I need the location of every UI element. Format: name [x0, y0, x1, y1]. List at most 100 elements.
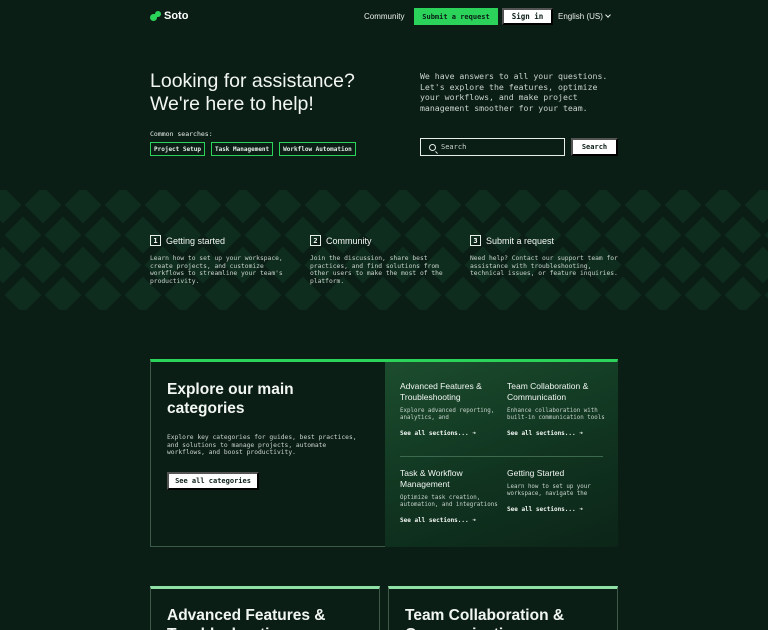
category-title: Getting Started	[507, 468, 565, 478]
category-title: Team Collaboration & Communication	[507, 381, 589, 402]
category-description: Explore advanced reporting, analytics, a…	[400, 408, 495, 421]
category-getting-started[interactable]: Getting Started Learn how to set up your…	[507, 468, 607, 513]
chip-task-management[interactable]: Task Management	[210, 142, 274, 156]
pattern-tile	[564, 276, 602, 310]
pattern-tile	[544, 190, 582, 224]
category-task-workflow[interactable]: Task & Workflow Management Optimize task…	[400, 468, 500, 524]
pattern-tile	[264, 190, 302, 224]
pattern-tile	[0, 246, 22, 284]
section-card-title: Team Collaboration & Communication	[405, 607, 565, 630]
pattern-tile	[24, 190, 62, 224]
step-getting-started[interactable]: 1 Getting started Learn how to set up yo…	[150, 235, 300, 285]
pattern-tile	[724, 216, 762, 254]
category-description: Enhance collaboration with built-in comm…	[507, 408, 605, 421]
step-title: Community	[326, 235, 372, 246]
see-all-categories-button[interactable]: See all categories	[167, 472, 259, 490]
pattern-tile	[424, 190, 462, 224]
step-description: Need help? Contact our support team for …	[470, 255, 618, 277]
pattern-tile	[524, 276, 562, 310]
language-selector[interactable]: English (US)	[558, 12, 611, 21]
search-icon	[429, 143, 436, 151]
pattern-tile	[384, 190, 422, 224]
community-link[interactable]: Community	[364, 12, 404, 21]
chip-workflow-automation[interactable]: Workflow Automation	[279, 142, 356, 156]
pattern-tile	[764, 276, 768, 310]
category-advanced-features[interactable]: Advanced Features & Troubleshooting Expl…	[400, 381, 500, 437]
pattern-tile	[484, 276, 522, 310]
explore-description: Explore key categories for guides, best …	[167, 434, 357, 456]
pattern-tile	[724, 276, 762, 310]
category-title: Task & Workflow Management	[400, 468, 463, 489]
step-title: Submit a request	[486, 235, 555, 246]
pattern-tile	[604, 276, 642, 310]
hero-title-line-2: We're here to help!	[150, 93, 314, 115]
pattern-tile	[4, 216, 42, 254]
step-number: 2	[310, 235, 321, 246]
sign-in-button[interactable]: Sign in	[502, 8, 553, 25]
language-label: English (US)	[558, 12, 603, 21]
category-grid: Advanced Features & Troubleshooting Expl…	[385, 362, 618, 547]
pattern-tile	[304, 190, 342, 224]
common-searches: Project Setup Task Management Workflow A…	[150, 142, 356, 156]
category-team-collaboration[interactable]: Team Collaboration & Communication Enhan…	[507, 381, 607, 437]
pattern-tile	[704, 190, 742, 224]
step-submit-request[interactable]: 3 Submit a request Need help? Contact ou…	[470, 235, 620, 278]
pattern-tile	[44, 216, 82, 254]
pattern-tile	[144, 190, 182, 224]
pattern-tile	[84, 216, 122, 254]
pattern-tile	[644, 216, 682, 254]
category-divider	[400, 456, 603, 457]
chip-project-setup[interactable]: Project Setup	[150, 142, 205, 156]
pattern-tile	[64, 246, 102, 284]
step-number: 3	[470, 235, 481, 246]
pattern-tile	[24, 246, 62, 284]
pattern-tile	[684, 276, 722, 310]
pattern-tile	[344, 190, 382, 224]
top-nav: Soto Community Submit a request Sign in …	[0, 0, 768, 34]
submit-request-button[interactable]: Submit a request	[414, 8, 498, 25]
hero-description: We have answers to all your questions. L…	[420, 71, 608, 113]
category-title: Advanced Features & Troubleshooting	[400, 381, 482, 402]
section-card-advanced-features[interactable]: Advanced Features & Troubleshooting	[150, 586, 380, 630]
explore-title: Explore our main categories	[167, 381, 294, 417]
logo-text: Soto	[164, 10, 189, 22]
logo[interactable]: Soto	[150, 10, 188, 22]
category-description: Learn how to set up your workspace, navi…	[507, 484, 591, 497]
pattern-tile	[664, 246, 702, 284]
see-all-sections-link[interactable]: See all sections... ➜	[400, 517, 500, 524]
step-number: 1	[150, 235, 161, 246]
pattern-tile	[464, 190, 502, 224]
chevron-down-icon	[605, 12, 611, 18]
step-title: Getting started	[166, 235, 226, 246]
pattern-tile	[44, 276, 82, 310]
pattern-tile	[624, 246, 662, 284]
see-all-sections-link[interactable]: See all sections... ➜	[507, 506, 607, 513]
pattern-tile	[744, 246, 768, 284]
step-description: Join the discussion, share best practice…	[310, 255, 443, 285]
pattern-tile	[644, 276, 682, 310]
pattern-tile	[84, 276, 122, 310]
search-button[interactable]: Search	[571, 138, 618, 156]
pattern-tile	[224, 190, 262, 224]
see-all-sections-link[interactable]: See all sections... ➜	[507, 430, 607, 437]
hero-title: Looking for assistance? We're here to he…	[150, 70, 400, 116]
pattern-tile	[64, 190, 102, 224]
see-all-sections-link[interactable]: See all sections... ➜	[400, 430, 500, 437]
pattern-tile	[184, 190, 222, 224]
pattern-tile	[704, 246, 742, 284]
section-card-title: Advanced Features & Troubleshooting	[167, 607, 326, 630]
search-input[interactable]	[441, 143, 551, 151]
category-description: Optimize task creation, automation, and …	[400, 495, 498, 508]
pattern-tile	[684, 216, 722, 254]
explore-categories-card: Explore our main categories Explore key …	[150, 359, 618, 547]
step-description: Learn how to set up your workspace, crea…	[150, 255, 283, 285]
pattern-tile	[664, 190, 702, 224]
common-searches-label: Common searches:	[150, 130, 213, 138]
hero-title-line-1: Looking for assistance?	[150, 70, 355, 92]
section-card-team-collaboration[interactable]: Team Collaboration & Communication	[388, 586, 618, 630]
logo-icon	[150, 10, 161, 22]
pattern-tile	[104, 190, 142, 224]
step-community[interactable]: 2 Community Join the discussion, share b…	[310, 235, 460, 285]
pattern-tile	[504, 190, 542, 224]
search-box[interactable]	[420, 138, 565, 156]
